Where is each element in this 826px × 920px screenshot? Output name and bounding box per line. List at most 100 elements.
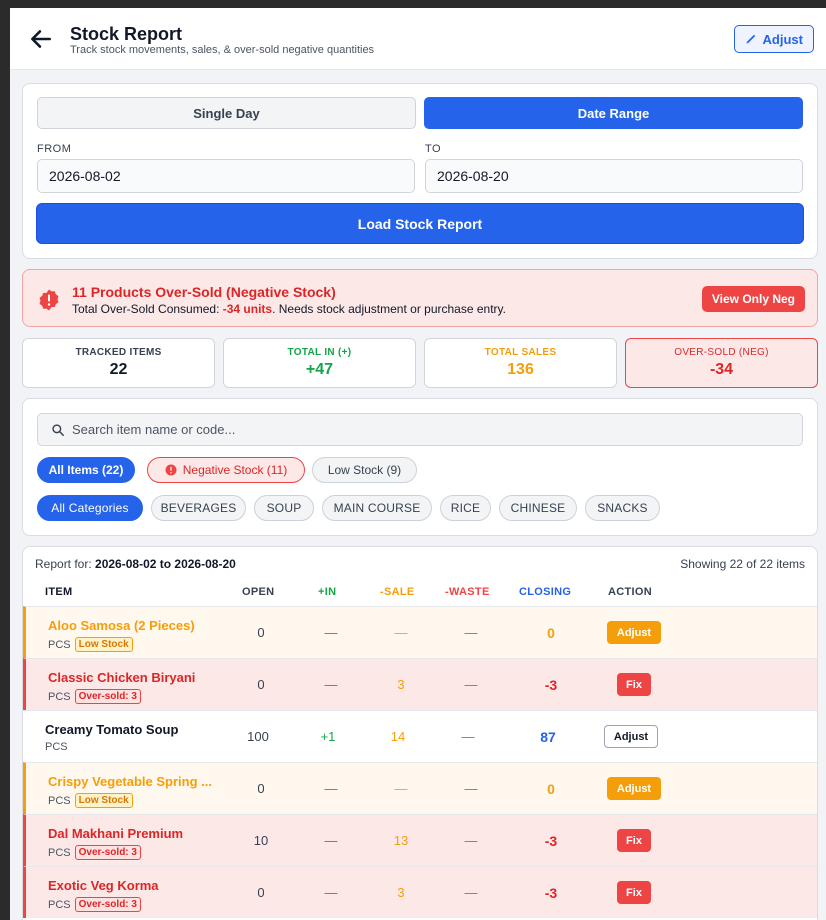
cell-sale: — — [394, 625, 408, 640]
cell-closing: 0 — [547, 625, 555, 641]
stat-total-sales: TOTAL SALES 136 — [424, 338, 617, 388]
from-date-input[interactable]: 2026-08-02 — [37, 159, 415, 193]
cell-waste: — — [464, 833, 478, 848]
date-range-toggle[interactable]: Date Range — [424, 97, 803, 129]
cell-sale: — — [394, 781, 408, 796]
view-only-neg-button[interactable]: View Only Neg — [701, 286, 805, 312]
item-name: Creamy Tomato Soup — [45, 722, 179, 737]
stat-label: TOTAL IN (+) — [287, 347, 352, 358]
category-chinese[interactable]: CHINESE — [499, 495, 577, 521]
item-name: Aloo Samosa (2 Pieces) — [48, 618, 195, 633]
adjust-button-label: Adjust — [762, 31, 803, 47]
unit-label: PCS — [48, 690, 71, 703]
item-name: Classic Chicken Biryani — [48, 670, 196, 685]
page-subtitle: Track stock movements, sales, & over-sol… — [70, 44, 375, 56]
search-input[interactable] — [72, 414, 792, 445]
load-stock-report-button[interactable]: Load Stock Report — [36, 203, 804, 244]
back-arrow-icon[interactable] — [28, 26, 54, 52]
status-badge: Low Stock — [74, 793, 133, 808]
cell-in: — — [324, 677, 338, 692]
cell-sale: 3 — [397, 677, 405, 692]
pencil-icon — [746, 34, 755, 44]
row-adjust-button[interactable]: Adjust — [607, 777, 661, 800]
stat-label: TOTAL SALES — [484, 347, 557, 358]
col-action: ACTION — [608, 586, 652, 598]
col-in: +IN — [318, 586, 337, 598]
category-main-course[interactable]: MAIN COURSE — [322, 495, 432, 521]
cell-sale: 14 — [390, 729, 406, 744]
alert-description: Total Over-Sold Consumed: -34 units. Nee… — [72, 302, 506, 316]
report-for-value: 2026-08-02 to 2026-08-20 — [95, 557, 236, 571]
table-row: Creamy Tomato Soup PCS 100 +1 14 — 87 Ad… — [23, 710, 817, 762]
cell-open: 0 — [257, 677, 265, 692]
unit-label: PCS — [45, 741, 68, 753]
stock-table-card: Report for: 2026-08-02 to 2026-08-20 Sho… — [22, 546, 818, 920]
cell-in: — — [324, 625, 338, 640]
cell-closing: 87 — [540, 729, 556, 745]
category-rice[interactable]: RICE — [440, 495, 491, 521]
item-name: Exotic Veg Korma — [48, 878, 159, 893]
item-unit: PCS Low Stock — [48, 793, 133, 808]
cell-waste: — — [464, 625, 478, 640]
row-adjust-button[interactable]: Adjust — [607, 621, 661, 644]
table-row: Classic Chicken Biryani PCS Over-sold: 3 … — [23, 658, 817, 710]
showing-count: Showing 22 of 22 items — [680, 557, 805, 571]
cell-closing: -3 — [544, 885, 558, 901]
row-adjust-button[interactable]: Adjust — [604, 725, 658, 748]
cell-open: 0 — [257, 885, 265, 900]
chip-all-items[interactable]: All Items (22) — [37, 457, 135, 483]
cell-open: 10 — [253, 833, 269, 848]
unit-label: PCS — [48, 898, 71, 911]
item-unit: PCS — [45, 741, 68, 753]
unit-label: PCS — [48, 846, 71, 859]
category-all[interactable]: All Categories — [37, 495, 143, 521]
cell-closing: 0 — [547, 781, 555, 797]
over-sold-alert: 11 Products Over-Sold (Negative Stock) T… — [22, 269, 818, 327]
col-closing: CLOSING — [519, 586, 572, 598]
stat-label: TRACKED ITEMS — [75, 347, 162, 358]
stat-total-in: TOTAL IN (+) +47 — [223, 338, 416, 388]
row-fix-button[interactable]: Fix — [617, 829, 651, 852]
cell-sale: 13 — [393, 833, 409, 848]
report-period: Report for: 2026-08-02 to 2026-08-20 — [35, 557, 236, 571]
table-row: Aloo Samosa (2 Pieces) PCS Low Stock 0 — … — [23, 606, 817, 658]
stat-over-sold: OVER-SOLD (NEG) -34 — [625, 338, 818, 388]
stat-value: +47 — [305, 361, 334, 378]
col-open: OPEN — [242, 586, 275, 598]
search-icon — [52, 424, 64, 436]
table-header: ITEM OPEN +IN -SALE -WASTE CLOSING ACTIO… — [23, 581, 817, 605]
row-fix-button[interactable]: Fix — [617, 673, 651, 696]
filter-card: All Items (22) Negative Stock (11) Low S… — [22, 398, 818, 536]
unit-label: PCS — [48, 638, 71, 651]
col-waste: -WASTE — [445, 586, 490, 598]
cell-waste: — — [464, 885, 478, 900]
category-beverages[interactable]: BEVERAGES — [151, 495, 246, 521]
item-unit: PCS Over-sold: 3 — [48, 689, 141, 704]
adjust-button[interactable]: Adjust — [733, 25, 814, 53]
page-header: Stock Report Track stock movements, sale… — [10, 8, 826, 70]
date-selection-card: Single Day Date Range FROM TO 2026-08-02… — [22, 83, 818, 259]
cell-waste: — — [461, 729, 475, 744]
page-title: Stock Report — [70, 24, 183, 44]
single-day-toggle[interactable]: Single Day — [37, 97, 416, 129]
to-date-input[interactable]: 2026-08-20 — [425, 159, 803, 193]
table-row: Crispy Vegetable Spring ... PCS Low Stock… — [23, 762, 817, 814]
cell-sale: 3 — [397, 885, 405, 900]
from-label: FROM — [37, 143, 72, 155]
stat-tracked-items: TRACKED ITEMS 22 — [22, 338, 215, 388]
chip-negative-stock[interactable]: Negative Stock (11) — [147, 457, 305, 483]
cell-in: — — [324, 781, 338, 796]
alert-title: 11 Products Over-Sold (Negative Stock) — [72, 284, 336, 300]
report-for-label: Report for: — [35, 557, 96, 571]
item-unit: PCS Over-sold: 3 — [48, 845, 141, 860]
row-fix-button[interactable]: Fix — [617, 881, 651, 904]
unit-label: PCS — [48, 794, 71, 807]
col-item: ITEM — [45, 586, 73, 598]
chip-low-stock[interactable]: Low Stock (9) — [312, 457, 417, 483]
cell-waste: — — [464, 677, 478, 692]
category-soup[interactable]: SOUP — [254, 495, 314, 521]
cell-in: — — [324, 885, 338, 900]
item-unit: PCS Over-sold: 3 — [48, 897, 141, 912]
category-snacks[interactable]: SNACKS — [585, 495, 660, 521]
stat-value: 22 — [109, 361, 128, 378]
